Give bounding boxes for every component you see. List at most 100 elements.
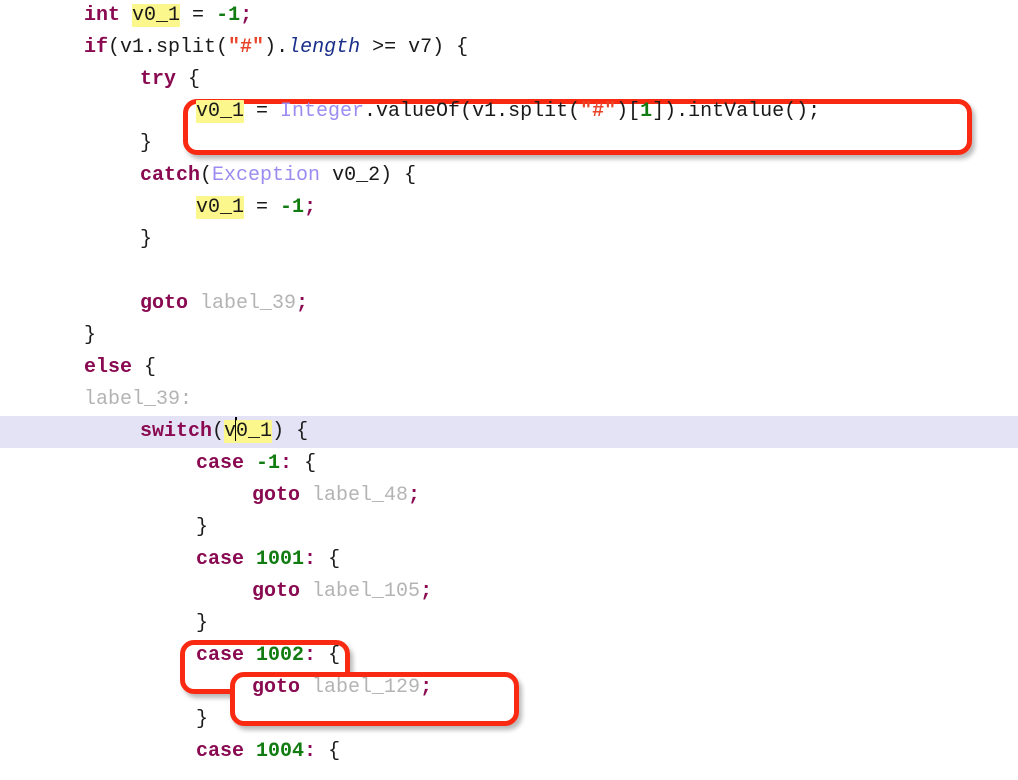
code-line[interactable]: goto label_129; — [0, 672, 1018, 704]
code-token: switch — [140, 420, 213, 443]
code-line-current[interactable]: switch(v0_1) { — [0, 416, 1018, 448]
code-token: label_39: — [84, 388, 193, 411]
code-line[interactable]: case 1001: { — [0, 544, 1018, 576]
code-token: case — [196, 644, 245, 667]
code-line[interactable]: } — [0, 320, 1018, 352]
code-token: -1 — [216, 4, 241, 27]
code-token: case — [196, 740, 245, 763]
code-token: ; — [240, 4, 253, 27]
code-token: goto — [140, 292, 189, 315]
code-token: : — [304, 740, 317, 763]
code-line[interactable]: v0_1 = Integer.valueOf(v1.split("#")[1])… — [0, 96, 1018, 128]
code-token: ). — [264, 36, 289, 59]
code-token: } — [196, 612, 209, 635]
code-token: label_105 — [312, 580, 421, 603]
code-line[interactable]: } — [0, 608, 1018, 640]
code-token: label_39 — [200, 292, 297, 315]
code-token: : — [304, 548, 317, 571]
code-token: } — [84, 324, 97, 347]
code-line[interactable]: else { — [0, 352, 1018, 384]
code-token: >= v7) { — [360, 36, 469, 59]
code-token: ; — [304, 196, 317, 219]
code-token: case — [196, 452, 245, 475]
code-token: } — [196, 708, 209, 731]
occurrence-highlight: v0_1 — [132, 4, 181, 27]
code-token: 1001 — [256, 548, 305, 571]
code-token: try — [140, 68, 177, 91]
code-token: = — [244, 196, 281, 219]
code-token: ; — [420, 580, 433, 603]
code-token: .valueOf(v1.split( — [364, 100, 581, 123]
code-line[interactable]: case 1004: { — [0, 736, 1018, 768]
code-token: catch — [140, 164, 201, 187]
occurrence-highlight: 0_1 — [236, 420, 273, 443]
code-token: ( — [200, 164, 213, 187]
code-token: ]).intValue(); — [652, 100, 821, 123]
code-token: ; — [420, 676, 433, 699]
code-token: int — [84, 4, 121, 27]
code-token: goto — [252, 676, 301, 699]
code-token: { — [316, 644, 341, 667]
code-line[interactable]: goto label_39; — [0, 288, 1018, 320]
code-line[interactable]: label_39: — [0, 384, 1018, 416]
code-token: 1004 — [256, 740, 305, 763]
code-line[interactable]: catch(Exception v0_2) { — [0, 160, 1018, 192]
code-token: "#" — [228, 36, 265, 59]
code-token: label_129 — [312, 676, 421, 699]
code-line[interactable]: } — [0, 704, 1018, 736]
code-token: 1002 — [256, 644, 305, 667]
code-line[interactable]: if(v1.split("#").length >= v7) { — [0, 32, 1018, 64]
code-token: case — [196, 548, 245, 571]
code-token: : — [280, 452, 293, 475]
code-token: { — [176, 68, 201, 91]
code-token: = — [244, 100, 281, 123]
code-token: v0_2) { — [320, 164, 417, 187]
occurrence-highlight: v0_1 — [196, 196, 245, 219]
code-token: goto — [252, 484, 301, 507]
code-token: "#" — [580, 100, 617, 123]
code-token: ( — [212, 420, 225, 443]
code-line[interactable]: } — [0, 224, 1018, 256]
code-token: : — [304, 644, 317, 667]
code-line[interactable]: } — [0, 128, 1018, 160]
code-token: Integer — [280, 100, 365, 123]
code-token: Exception — [212, 164, 321, 187]
code-token: { — [292, 452, 317, 475]
code-token: ; — [408, 484, 421, 507]
occurrence-highlight: v0_1 — [196, 100, 245, 123]
code-line[interactable]: goto label_105; — [0, 576, 1018, 608]
code-surface[interactable]: int v0_1 = -1; if(v1.split("#").length >=… — [0, 0, 1018, 780]
code-token: } — [140, 228, 153, 251]
code-token: -1 — [256, 452, 281, 475]
code-token: length — [288, 36, 361, 59]
code-token: ; — [296, 292, 309, 315]
code-line[interactable]: goto label_48; — [0, 480, 1018, 512]
code-token: else — [84, 356, 133, 379]
code-token: goto — [252, 580, 301, 603]
code-line[interactable]: case 1002: { — [0, 640, 1018, 672]
code-token: )[ — [616, 100, 641, 123]
code-line[interactable]: v0_1 = -1; — [0, 192, 1018, 224]
code-token: label_48 — [312, 484, 409, 507]
code-token: 1 — [640, 100, 653, 123]
code-token: (v1.split( — [108, 36, 229, 59]
code-line[interactable]: case -1: { — [0, 448, 1018, 480]
code-token: if — [84, 36, 109, 59]
code-line[interactable]: int v0_1 = -1; — [0, 0, 1018, 32]
code-token: { — [132, 356, 157, 379]
code-line[interactable]: } — [0, 512, 1018, 544]
code-token: ) { — [272, 420, 309, 443]
code-token: = — [180, 4, 217, 27]
code-line[interactable] — [0, 256, 1018, 288]
code-viewer-screen: int v0_1 = -1; if(v1.split("#").length >=… — [0, 0, 1018, 780]
code-line[interactable]: try { — [0, 64, 1018, 96]
